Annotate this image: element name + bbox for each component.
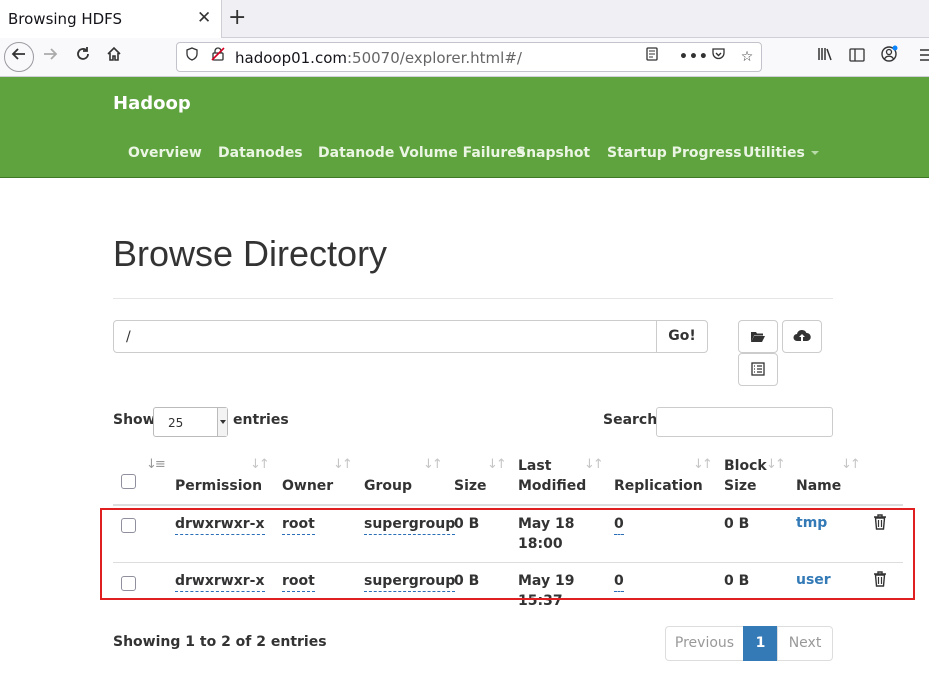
sort-asc-icon[interactable]: ↓≡ [146,457,166,472]
home-icon[interactable] [101,44,127,70]
next-button[interactable]: Next [777,626,833,661]
col-group[interactable]: Group [364,476,412,496]
hadoop-navbar: Hadoop Overview Datanodes Datanode Volum… [0,77,929,178]
bookmark-star-icon[interactable]: ☆ [736,46,758,68]
upload-button[interactable] [782,320,822,353]
col-replication[interactable]: Replication [614,476,703,496]
pocket-icon[interactable] [707,46,729,68]
hadoop-brand[interactable]: Hadoop [113,93,191,114]
highlight-annotation-box [100,508,915,600]
sort-icon[interactable]: ↓↑ [693,457,713,472]
tab-title: Browsing HDFS [8,10,123,28]
sort-icon[interactable]: ↓↑ [250,457,270,472]
sort-icon[interactable]: ↓↑ [841,457,861,472]
insecure-lock-icon[interactable] [207,46,229,68]
table-info: Showing 1 to 2 of 2 entries [113,634,327,650]
more-actions-icon[interactable]: ••• [679,46,708,68]
sort-icon[interactable]: ↓↑ [766,457,786,472]
nav-snapshot[interactable]: Snapshot [516,145,590,161]
browser-toolbar: hadoop01.com:50070/explorer.html#/ ••• ☆ [0,38,929,77]
sort-icon[interactable]: ↓↑ [584,457,604,472]
tab-close-icon[interactable]: ✕ [197,8,211,28]
go-button[interactable]: Go! [656,320,708,353]
back-icon[interactable] [4,42,34,72]
table-header-divider [113,504,903,506]
menu-icon[interactable] [914,45,929,69]
sidebar-icon[interactable] [845,45,869,69]
sort-icon[interactable]: ↓↑ [487,457,507,472]
col-owner[interactable]: Owner [282,476,333,496]
directory-path-input[interactable] [113,320,657,353]
browser-tab-strip: Browsing HDFS ✕ + [0,0,929,38]
account-icon[interactable] [877,45,901,69]
browser-tab[interactable]: Browsing HDFS ✕ [0,0,222,38]
nav-startup-progress[interactable]: Startup Progress [607,145,742,161]
library-icon[interactable] [813,45,837,69]
sort-icon[interactable]: ↓↑ [423,457,443,472]
nav-utilities-dropdown[interactable]: Utilities [743,145,819,161]
forward-icon[interactable] [37,44,63,70]
url-bar[interactable]: hadoop01.com:50070/explorer.html#/ ••• ☆ [176,42,762,72]
previous-button[interactable]: Previous [665,626,744,661]
reload-icon[interactable] [70,44,96,70]
nav-overview[interactable]: Overview [128,145,202,161]
search-label: Search: [603,412,663,428]
list-alt-icon [751,362,765,376]
col-name[interactable]: Name [796,476,841,496]
col-block-size[interactable]: Block Size [724,456,767,496]
cloud-upload-icon [793,329,811,341]
select-all-checkbox[interactable] [121,474,136,489]
col-last-modified[interactable]: Last Modified [518,456,586,496]
col-permission[interactable]: Permission [175,476,262,496]
page-1-button[interactable]: 1 [743,626,778,661]
url-text: hadoop01.com:50070/explorer.html#/ [235,49,522,67]
title-divider [113,298,833,299]
search-input[interactable] [656,407,833,437]
select-arrow-icon [217,408,227,436]
page-length-value: 25 [168,416,184,430]
site-info-icon[interactable] [181,46,203,68]
page-title: Browse Directory [113,233,388,274]
entries-label: entries [233,412,289,428]
new-tab-button[interactable]: + [228,5,246,30]
view-list-button[interactable] [738,353,778,386]
sort-icon[interactable]: ↓↑ [333,457,353,472]
nav-datanodes[interactable]: Datanodes [218,145,303,161]
create-directory-button[interactable] [738,320,778,353]
reader-view-icon[interactable] [641,46,663,68]
folder-open-icon [751,331,765,342]
show-label: Show [113,412,156,428]
page-length-select[interactable]: 25 [153,407,228,437]
col-size[interactable]: Size [454,476,487,496]
chevron-down-icon [810,151,819,155]
nav-datanode-volume-failures[interactable]: Datanode Volume Failures [318,145,525,161]
